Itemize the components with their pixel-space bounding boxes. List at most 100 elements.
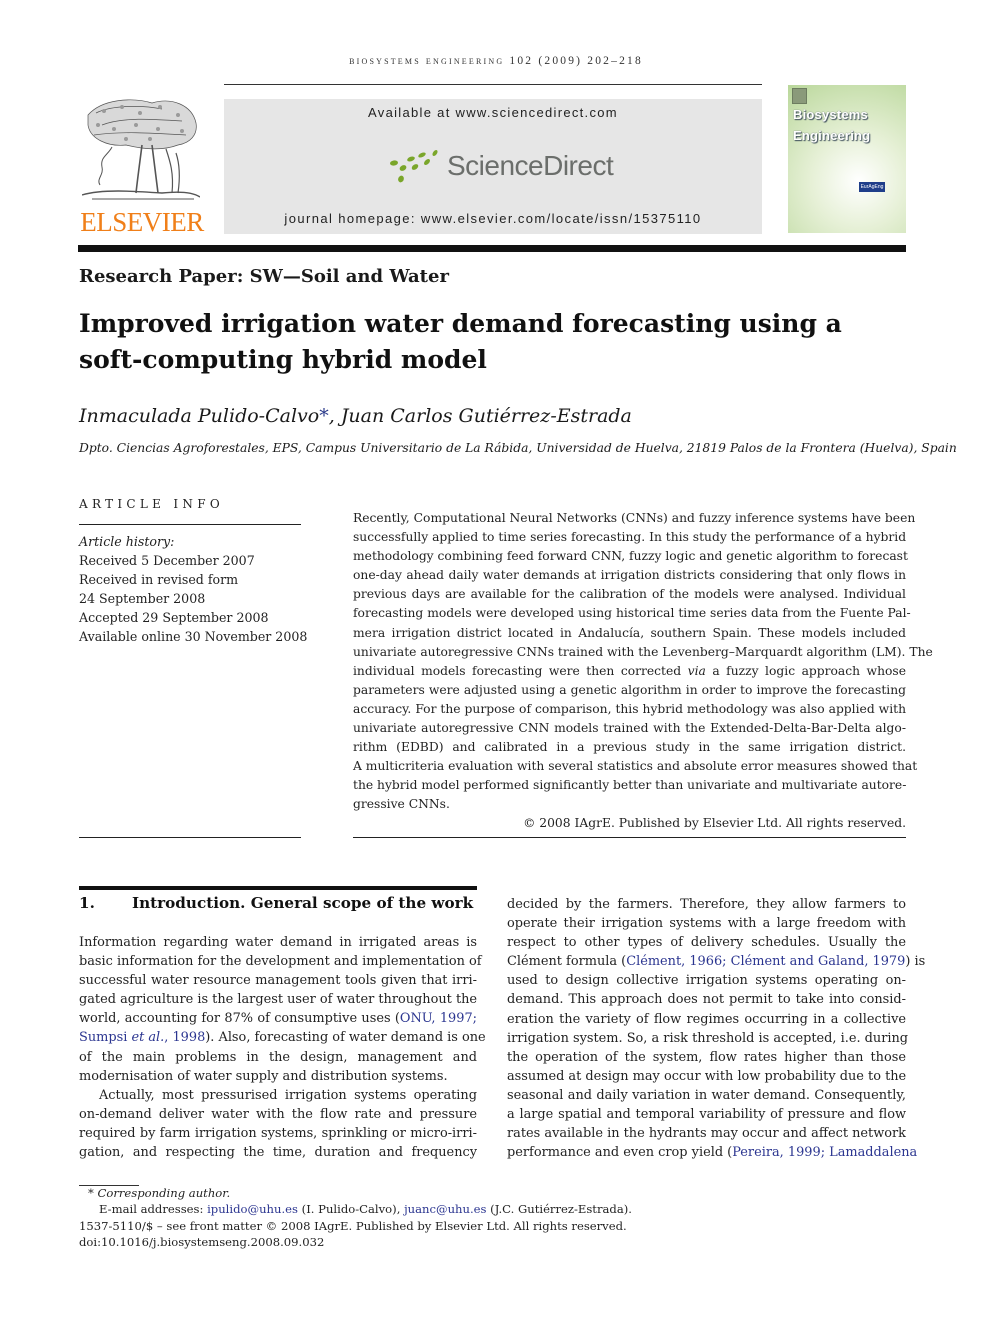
citation-separator: ;: [722, 954, 731, 970]
sciencedirect-wordmark: ScienceDirect: [447, 150, 614, 181]
citation-link[interactable]: Clément, 1966: [626, 954, 722, 969]
author-name[interactable]: Inmaculada Pulido-Calvo: [79, 405, 319, 427]
body-line: rates available in the hydrants may occu…: [507, 1126, 906, 1142]
email-link[interactable]: ipulido@uhu.es: [207, 1202, 298, 1216]
header-thick-rule: [78, 245, 906, 252]
abstract-italic-text: via: [687, 663, 706, 678]
abstract-line: successfully applied to time series fore…: [353, 530, 907, 545]
elsevier-logo[interactable]: ELSEVIER: [78, 95, 206, 240]
history-item: Available online 30 November 2008: [79, 629, 308, 644]
header-top-rule: [224, 84, 762, 85]
history-item: Received in revised form: [79, 572, 239, 587]
citation-link[interactable]: Pereira, 1999: [732, 1145, 820, 1160]
abstract: Recently, Computational Neural Networks …: [353, 509, 933, 815]
journal-homepage-link[interactable]: journal homepage: www.elsevier.com/locat…: [224, 211, 762, 226]
body-line: Information regarding water demand in ir…: [79, 935, 477, 950]
author-name[interactable]: Juan Carlos Gutiérrez-Estrada: [341, 405, 632, 427]
body-line: modernisation of water supply and distri…: [79, 1068, 448, 1084]
abstract-line: univariate autoregressive CNN models tra…: [353, 721, 906, 736]
citation-italic: et al.: [131, 1030, 165, 1046]
article-title: Improved irrigation water demand forecas…: [79, 306, 909, 378]
section-rule: [79, 886, 477, 890]
affiliation: Dpto. Ciencias Agroforestales, EPS, Camp…: [79, 441, 957, 455]
author-separator: ,: [328, 405, 341, 427]
body-text: ). Also, forecasting of water demand is …: [205, 1030, 486, 1046]
body-line: irrigation system. So, a risk threshold …: [507, 1030, 909, 1046]
title-line-1: Improved irrigation water demand forecas…: [79, 309, 842, 338]
history-item: Accepted 29 September 2008: [79, 610, 269, 625]
abstract-line: methodology combining feed forward CNN, …: [353, 549, 908, 564]
body-line: the operation of the system, flow rates …: [507, 1049, 906, 1065]
journal-cover-thumbnail[interactable]: Biosystems Engineering EurAgEng: [788, 85, 906, 233]
abstract-line: forecasting models were developed using …: [353, 606, 911, 621]
history-item: 24 September 2008: [79, 591, 206, 606]
sciencedirect-logo[interactable]: ScienceDirect: [389, 146, 614, 186]
body-line: basic information for the development an…: [79, 954, 482, 970]
body-line: seasonal and daily variation in water de…: [507, 1087, 906, 1103]
article-history-label: Article history:: [79, 534, 175, 549]
body-line: world, accounting for 87% of consumptive…: [79, 1009, 477, 1028]
available-at-link[interactable]: Available at www.sciencedirect.com: [224, 105, 762, 120]
abstract-line: accuracy. For the purpose of comparison,…: [353, 701, 906, 716]
body-text: Clément formula (: [507, 954, 627, 970]
elsevier-tree-icon: [82, 99, 200, 200]
body-line: Sumpsi et al., 1998). Also, forecasting …: [79, 1028, 486, 1047]
body-column-left: Information regarding water demand in ir…: [79, 933, 486, 1162]
abstract-line: one-day ahead daily water demands at irr…: [353, 568, 906, 583]
body-line: successful water resource management too…: [79, 973, 477, 989]
abstract-line: previous days are available for the cali…: [353, 587, 906, 602]
abstract-line: individual models forecasting were then …: [353, 662, 906, 681]
article-info-bottom-rule: [79, 837, 301, 838]
body-line: assumed at design may occur with low pro…: [507, 1068, 907, 1084]
body-line: gated agriculture is the largest user of…: [79, 992, 478, 1008]
doi[interactable]: doi:10.1016/j.biosystemseng.2008.09.032: [79, 1234, 632, 1250]
article-info-rule: [79, 524, 301, 525]
body-line: eration the variety of flow regimes occu…: [507, 1011, 906, 1027]
email-link[interactable]: juanc@uhu.es: [404, 1202, 486, 1216]
corresponding-author-mark[interactable]: *: [319, 405, 329, 427]
front-matter-note: 1537-5110/$ – see front matter © 2008 IA…: [79, 1218, 627, 1233]
body-text: performance and even crop yield (: [507, 1145, 733, 1161]
footnote-mark: *: [88, 1186, 94, 1200]
citation-link[interactable]: ONU, 1997;: [400, 1011, 477, 1026]
citation-text: Sumpsi: [79, 1030, 132, 1046]
abstract-text: individual models forecasting were then …: [353, 663, 688, 678]
section-number: 1.: [79, 894, 95, 912]
section-heading: 1. Introduction. General scope of the wor…: [79, 894, 473, 912]
cover-title-line1: Biosystems: [793, 107, 868, 122]
publisher-mini-logo-icon: [792, 88, 807, 104]
body-line: performance and even crop yield (Pereira…: [507, 1143, 917, 1162]
section-label: Research Paper: SW—Soil and Water: [79, 266, 449, 287]
citation-link[interactable]: Lamaddalena: [829, 1145, 917, 1160]
body-line: Actually, most pressurised irrigation sy…: [99, 1087, 477, 1103]
abstract-line: A multicriteria evaluation with several …: [353, 759, 918, 774]
email-owner: (I. Pulido-Calvo),: [297, 1202, 405, 1217]
body-line: operate their irrigation systems with a …: [507, 916, 906, 932]
abstract-line: mera irrigation district located in Anda…: [353, 625, 906, 640]
body-line: a large spatial and temporal variability…: [507, 1107, 906, 1123]
sciencedirect-dots-icon: [390, 149, 438, 183]
citation-link[interactable]: Sumpsi et al., 1998: [79, 1030, 205, 1045]
body-line: required by farm irrigation systems, spr…: [79, 1125, 477, 1141]
cover-title-line2: Engineering: [793, 128, 871, 143]
body-line: of the main problems in the design, mana…: [79, 1049, 477, 1065]
elsevier-wordmark: ELSEVIER: [80, 207, 204, 237]
email-addresses: E-mail addresses: ipulido@uhu.es (I. Pul…: [79, 1201, 632, 1217]
body-line: demand. This approach does not permit to…: [507, 992, 906, 1008]
body-line: Clément formula (Clément, 1966; Clément …: [507, 952, 925, 971]
body-text: world, accounting for 87% of consumptive…: [79, 1011, 400, 1027]
author-list: Inmaculada Pulido-Calvo*, Juan Carlos Gu…: [79, 405, 632, 427]
title-line-2: soft-computing hybrid model: [79, 345, 487, 374]
abstract-line: univariate autoregressive CNNs trained w…: [353, 644, 933, 659]
section-title: Introduction. General scope of the work: [132, 894, 474, 912]
abstract-line: rithm (EDBD) and calibrated in a previou…: [353, 740, 906, 755]
body-text: ) is: [905, 954, 926, 970]
email-label: E-mail addresses:: [99, 1202, 208, 1217]
abstract-line: Recently, Computational Neural Networks …: [353, 511, 916, 525]
article-info-heading: ARTICLE INFO: [79, 497, 224, 511]
sciencedirect-banner: Available at www.sciencedirect.com Scien…: [224, 99, 762, 234]
citation-link[interactable]: Clément and Galand, 1979: [731, 954, 906, 969]
body-column-right: decided by the farmers. Therefore, they …: [507, 895, 925, 1162]
corresponding-author-note: * Corresponding author.: [79, 1185, 632, 1201]
abstract-line: gressive CNNs.: [353, 797, 450, 812]
